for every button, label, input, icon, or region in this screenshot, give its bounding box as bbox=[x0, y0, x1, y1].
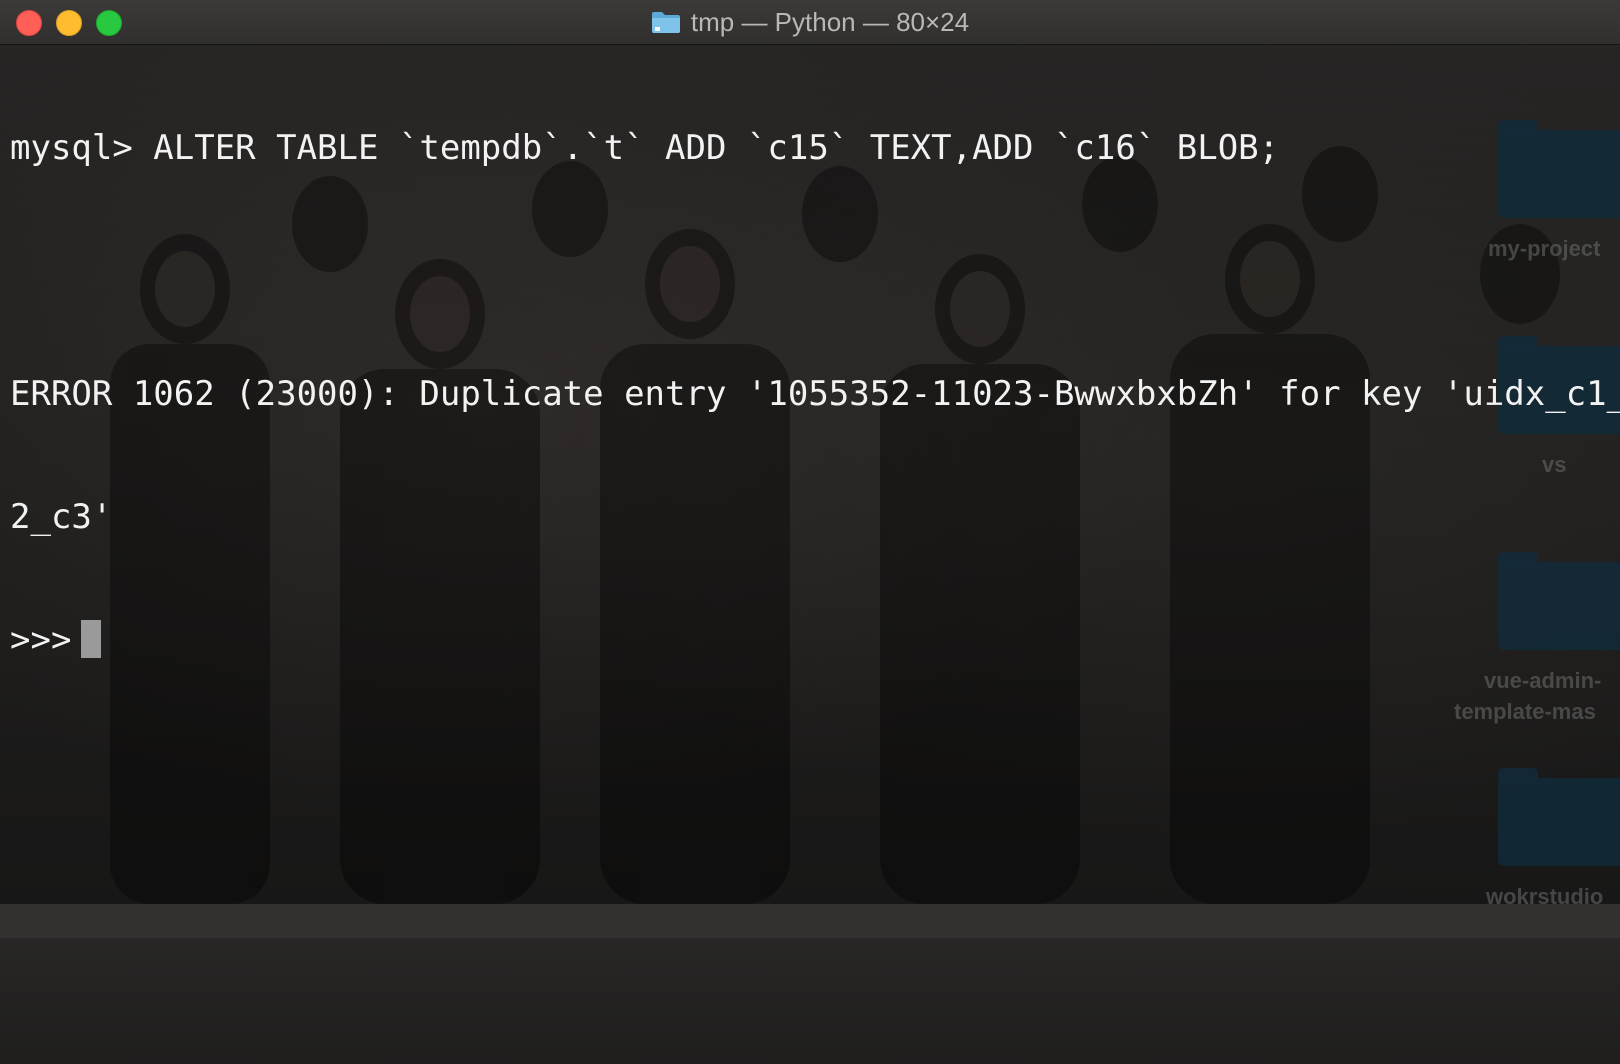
folder-icon bbox=[651, 12, 680, 33]
window-title: tmp — Python — 80×24 bbox=[690, 6, 970, 37]
background-step bbox=[0, 904, 1620, 938]
python-prompt: >>> bbox=[10, 620, 72, 660]
terminal-line: ERROR 1062 (23000): Duplicate entry '105… bbox=[10, 374, 1620, 414]
window-title-group: tmp — Python — 80×24 bbox=[0, 0, 1620, 44]
desktop-folder-icon[interactable] bbox=[1498, 768, 1620, 866]
terminal-content[interactable]: mysql> ALTER TABLE `tempdb`.`t` ADD `c15… bbox=[0, 44, 1620, 1064]
terminal-line: mysql> ALTER TABLE `tempdb`.`t` ADD `c15… bbox=[10, 128, 1280, 168]
terminal-output: mysql> ALTER TABLE `tempdb`.`t` ADD `c15… bbox=[10, 46, 1620, 743]
terminal-window: tmp — Python — 80×24 mysql> ALTER TABLE … bbox=[0, 0, 1620, 1064]
close-button[interactable] bbox=[16, 10, 42, 36]
maximize-button[interactable] bbox=[96, 10, 122, 36]
desktop-icon-label[interactable]: wokrstudio bbox=[1486, 884, 1603, 910]
text-cursor bbox=[81, 620, 102, 658]
terminal-line: 2_c3' bbox=[10, 497, 113, 537]
title-bar[interactable]: tmp — Python — 80×24 bbox=[0, 0, 1620, 45]
minimize-button[interactable] bbox=[56, 10, 82, 36]
prompt-line[interactable]: >>> bbox=[10, 620, 1610, 661]
